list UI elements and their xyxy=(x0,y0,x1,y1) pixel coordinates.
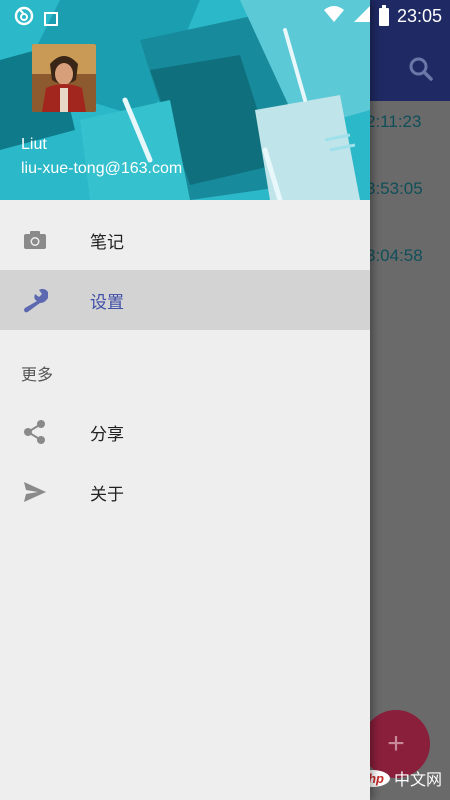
signal-icon xyxy=(353,5,371,28)
drawer-item-label: 笔记 xyxy=(90,232,124,252)
note-time[interactable]: 3:53:05 xyxy=(366,179,423,199)
drawer-item-notes[interactable]: 笔记 xyxy=(0,210,370,270)
battery-icon xyxy=(378,4,389,26)
user-email: liu-xue-tong@163.com xyxy=(21,160,183,177)
status-bar: 23:05 xyxy=(0,0,450,31)
section-title-more: 更多 xyxy=(21,367,54,384)
drawer-item-settings[interactable]: 设置 xyxy=(0,270,370,330)
navigation-drawer: Liut liu-xue-tong@163.com 笔记 设置 更多 分享 关于 xyxy=(0,0,370,800)
notification-app-icon xyxy=(14,6,34,31)
drawer-item-about[interactable]: 关于 xyxy=(0,462,370,522)
stop-square-icon xyxy=(44,11,58,26)
user-name: Liut xyxy=(21,136,47,153)
send-icon xyxy=(22,479,48,505)
drawer-item-label: 分享 xyxy=(90,424,124,444)
drawer-item-share[interactable]: 分享 xyxy=(0,402,370,462)
camera-icon xyxy=(22,227,48,253)
drawer-item-label: 关于 xyxy=(90,484,124,504)
note-time[interactable]: 2:11:23 xyxy=(366,112,421,132)
status-time: 23:05 xyxy=(396,6,442,26)
search-icon[interactable] xyxy=(406,54,436,89)
wrench-icon xyxy=(22,287,48,313)
wifi-icon xyxy=(323,5,345,28)
share-icon xyxy=(22,419,48,445)
drawer-item-label: 设置 xyxy=(90,292,124,312)
avatar[interactable] xyxy=(32,44,96,112)
plus-icon: + xyxy=(387,727,405,760)
watermark-text: 中文网 xyxy=(393,772,442,789)
note-time[interactable]: 3:04:58 xyxy=(366,246,423,266)
